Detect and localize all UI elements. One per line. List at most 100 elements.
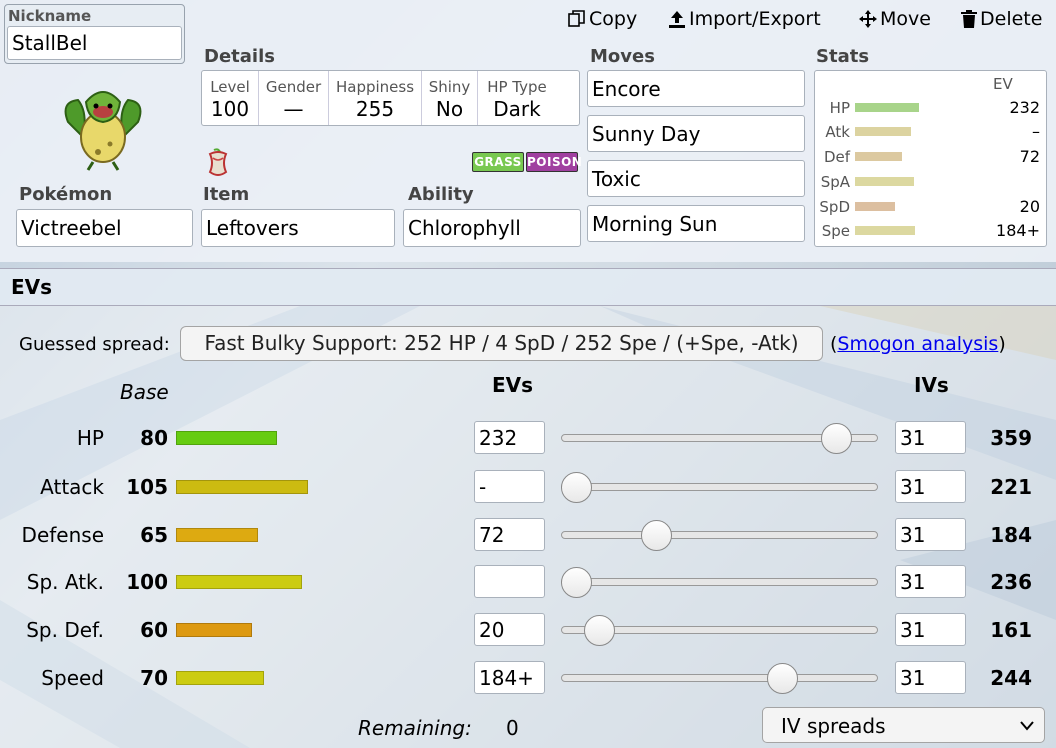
smogon-link-group: (Smogon analysis) [830,333,1006,355]
nickname-input[interactable]: StallBel [7,26,182,60]
stat-row-name: Defense [21,523,104,547]
ev-slider-handle[interactable] [561,567,592,598]
stat-row-name: Speed [41,666,104,690]
stat-row-base: 65 [140,523,168,547]
shiny-label: Shiny [428,78,471,96]
iv-input[interactable]: 31 [895,661,966,694]
iv-input[interactable]: 31 [895,518,966,551]
ev-input-value: 20 [479,617,505,642]
delete-button[interactable]: Delete [961,8,1042,30]
ev-input[interactable]: 20 [474,613,545,646]
item-value: Leftovers [206,216,299,240]
iv-input-value: 31 [900,474,926,499]
ev-slider-track[interactable] [561,531,878,539]
move-3-value: Toxic [592,166,641,191]
guessed-spread-button[interactable]: Fast Bulky Support: 252 HP / 4 SpD / 252… [180,326,823,361]
stat-bar [855,127,911,136]
iv-input[interactable]: 31 [895,613,966,646]
stat-row-name: Sp. Atk. [26,570,104,594]
type-badge-poison: POISON [526,152,582,172]
move-4-input[interactable]: Morning Sun [587,205,805,242]
stat-row-name: Attack [40,475,104,499]
gender-label: Gender [265,78,322,96]
evs-title: EVs [11,275,53,299]
stat-row-total: 161 [990,618,1032,642]
iv-input[interactable]: 31 [895,565,966,598]
copy-button[interactable]: Copy [568,8,637,30]
ev-input[interactable]: 232 [474,421,545,454]
stat-row-total: 244 [990,666,1032,690]
happiness-cell: Happiness 255 [329,71,422,125]
stat-name: SpD [819,198,850,216]
stat-name: Spe [821,222,850,240]
stat-row-base: 105 [126,475,168,499]
ev-slider-handle[interactable] [821,423,852,454]
iv-input[interactable]: 31 [895,470,966,503]
stats-summary-panel[interactable]: EV HP 232 Atk – Def 72 SpA SpD 20 Spe 18… [814,70,1047,247]
import-export-button[interactable]: Import/Export [668,8,821,30]
ev-input[interactable] [474,565,545,598]
hp-type-label: HP Type [487,78,547,96]
shiny-value: No [435,97,464,121]
ev-slider-handle[interactable] [561,472,592,503]
ev-slider-handle[interactable] [767,663,798,694]
move-3-input[interactable]: Toxic [587,160,805,197]
remaining-value: 0 [506,716,519,740]
ev-input[interactable]: - [474,470,545,503]
ev-input-value: - [479,474,487,499]
stat-bar [855,202,895,211]
ev-input[interactable]: 184+ [474,661,545,694]
smogon-close-paren: ) [998,333,1006,355]
details-panel[interactable]: Level 100 Gender — Happiness 255 Shiny N… [201,70,580,126]
stat-row-base-bar [176,528,258,542]
stat-row-spe: Spe 184+ [815,220,1046,244]
move-1-input[interactable]: Encore [587,70,805,107]
shiny-cell: Shiny No [422,71,478,125]
ev-slider-track[interactable] [561,578,878,586]
stats-label: Stats [816,46,870,67]
ability-label: Ability [408,184,474,205]
smogon-analysis-link[interactable]: Smogon analysis [837,333,998,355]
item-input[interactable]: Leftovers [201,209,395,247]
gender-cell: Gender — [259,71,329,125]
move-button[interactable]: Move [859,8,931,30]
ev-slider-track[interactable] [561,674,878,682]
iv-input-value: 31 [900,569,926,594]
iv-input-value: 31 [900,522,926,547]
ev-input[interactable]: 72 [474,518,545,551]
iv-spreads-select[interactable]: IV spreads [762,707,1045,743]
move-2-value: Sunny Day [592,121,701,146]
hp-type-cell: HP Type Dark [478,71,556,125]
pokemon-input[interactable]: Victreebel [16,209,193,247]
ev-slider-handle[interactable] [641,520,672,551]
level-cell: Level 100 [202,71,259,125]
ev-input-value: 184+ [479,665,534,690]
iv-input-value: 31 [900,617,926,642]
stat-name: HP [829,99,850,117]
happiness-label: Happiness [335,78,415,96]
stat-row-total: 184 [990,523,1032,547]
stat-ev: 20 [1019,197,1040,216]
stat-row-base: 60 [140,618,168,642]
stat-ev: 232 [1009,98,1040,117]
stat-row-base-bar [176,480,308,494]
pokemon-sprite [64,91,142,171]
stat-row-def: Def 72 [815,146,1046,170]
iv-input[interactable]: 31 [895,421,966,454]
chevron-down-icon [1020,721,1034,731]
stat-row-spd: SpD 20 [815,196,1046,220]
level-label: Level [210,78,250,96]
ev-slider-track[interactable] [561,483,878,491]
nickname-label: Nickname [8,7,92,25]
stat-row-name: Sp. Def. [26,618,104,642]
stat-row-base-bar [176,623,252,637]
stat-name: Def [823,148,850,166]
ability-input[interactable]: Chlorophyll [403,209,581,247]
stats-ev-header: EV [993,75,1013,93]
ev-slider-handle[interactable] [584,615,615,646]
move-2-input[interactable]: Sunny Day [587,115,805,152]
trash-icon [961,10,977,28]
leftovers-item-icon [208,148,228,176]
item-label: Item [203,184,250,205]
stat-row-spa: SpA [815,171,1046,195]
